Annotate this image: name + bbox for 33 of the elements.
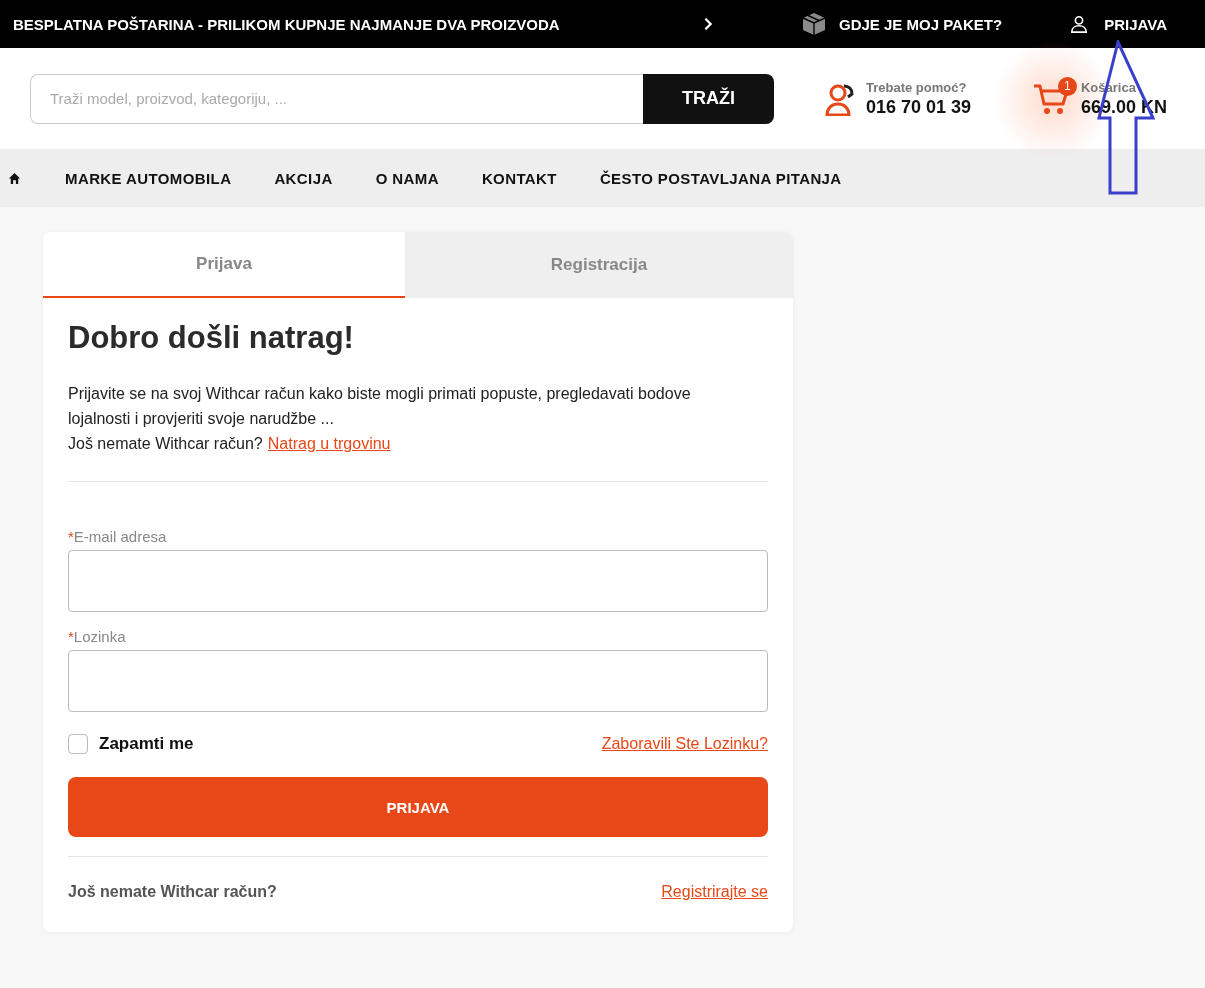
chevron-right-icon (703, 17, 713, 31)
checkbox-label: Zapamti me (99, 734, 194, 754)
help-label: Trebate pomoć? (866, 79, 968, 95)
nav-link[interactable]: ČESTO POSTAVLJANA PITANJA (599, 169, 842, 187)
search-field[interactable]: Traži model, proizvod, kategoriju, ... (30, 73, 643, 124)
package-icon (801, 12, 827, 36)
page-heading: Dobro došli natrag! (68, 320, 355, 356)
login-link[interactable]: PRIJAVA (1070, 15, 1167, 33)
checkbox[interactable] (68, 734, 88, 754)
nav-link[interactable]: MARKE AUTOMOBILA (65, 169, 232, 187)
home-icon (8, 171, 21, 185)
nav-link[interactable]: AKCIJA (274, 169, 333, 187)
intro-text: Prijavite se na svoj Withcar račun kako biste mogli primati popuste, pregledavati bodove lojalnosti i provjeriti svoje narudžbe ... (68, 384, 692, 429)
no-account-text: Još nemate Withcar račun? (68, 883, 277, 901)
cart-icon (1032, 82, 1069, 115)
input-field[interactable] (68, 650, 768, 712)
input-field[interactable] (68, 550, 768, 612)
nav-link[interactable]: O NAMA (375, 169, 439, 187)
tab[interactable]: Prijava (43, 232, 405, 298)
register-link[interactable]: Registrirajte se (661, 883, 768, 901)
back-to-shop-link[interactable]: Natrag u trgovinu (267, 435, 391, 452)
user-icon (1070, 15, 1089, 33)
nav-link[interactable]: KONTAKT (481, 169, 557, 187)
phone-number: 016 70 01 39 (866, 96, 972, 118)
field-label: *E-mail adresa (68, 528, 168, 545)
cart-count-badge: 1 (1057, 76, 1077, 96)
login-button[interactable]: PRIJAVA (68, 777, 768, 837)
no-account-text: Još nemate Withcar račun? (68, 435, 263, 452)
field-label: *Lozinka (68, 628, 127, 645)
forgot-password-link[interactable]: Zaboravili Ste Lozinku? (601, 735, 768, 753)
track-package-link[interactable]: GDJE JE MOJ PAKET? (801, 12, 1003, 36)
promo-text: BESPLATNA POŠTARINA - PRILIKOM KUPNJE NAJMANJE DVA PROIZVODA (13, 15, 561, 33)
search-button[interactable]: TRAŽI (643, 73, 774, 124)
